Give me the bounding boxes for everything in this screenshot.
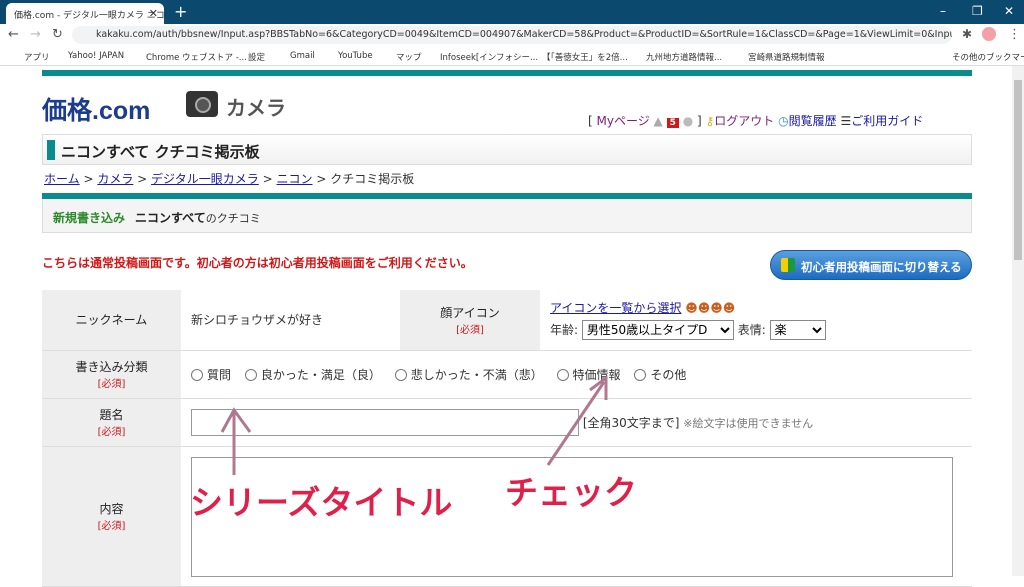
annotation-check: チェック [505, 473, 637, 512]
scrollbar-thumb[interactable] [1014, 80, 1022, 260]
annotation-series-title: シリーズタイトル [190, 483, 453, 522]
scrollbar[interactable] [1012, 66, 1024, 576]
